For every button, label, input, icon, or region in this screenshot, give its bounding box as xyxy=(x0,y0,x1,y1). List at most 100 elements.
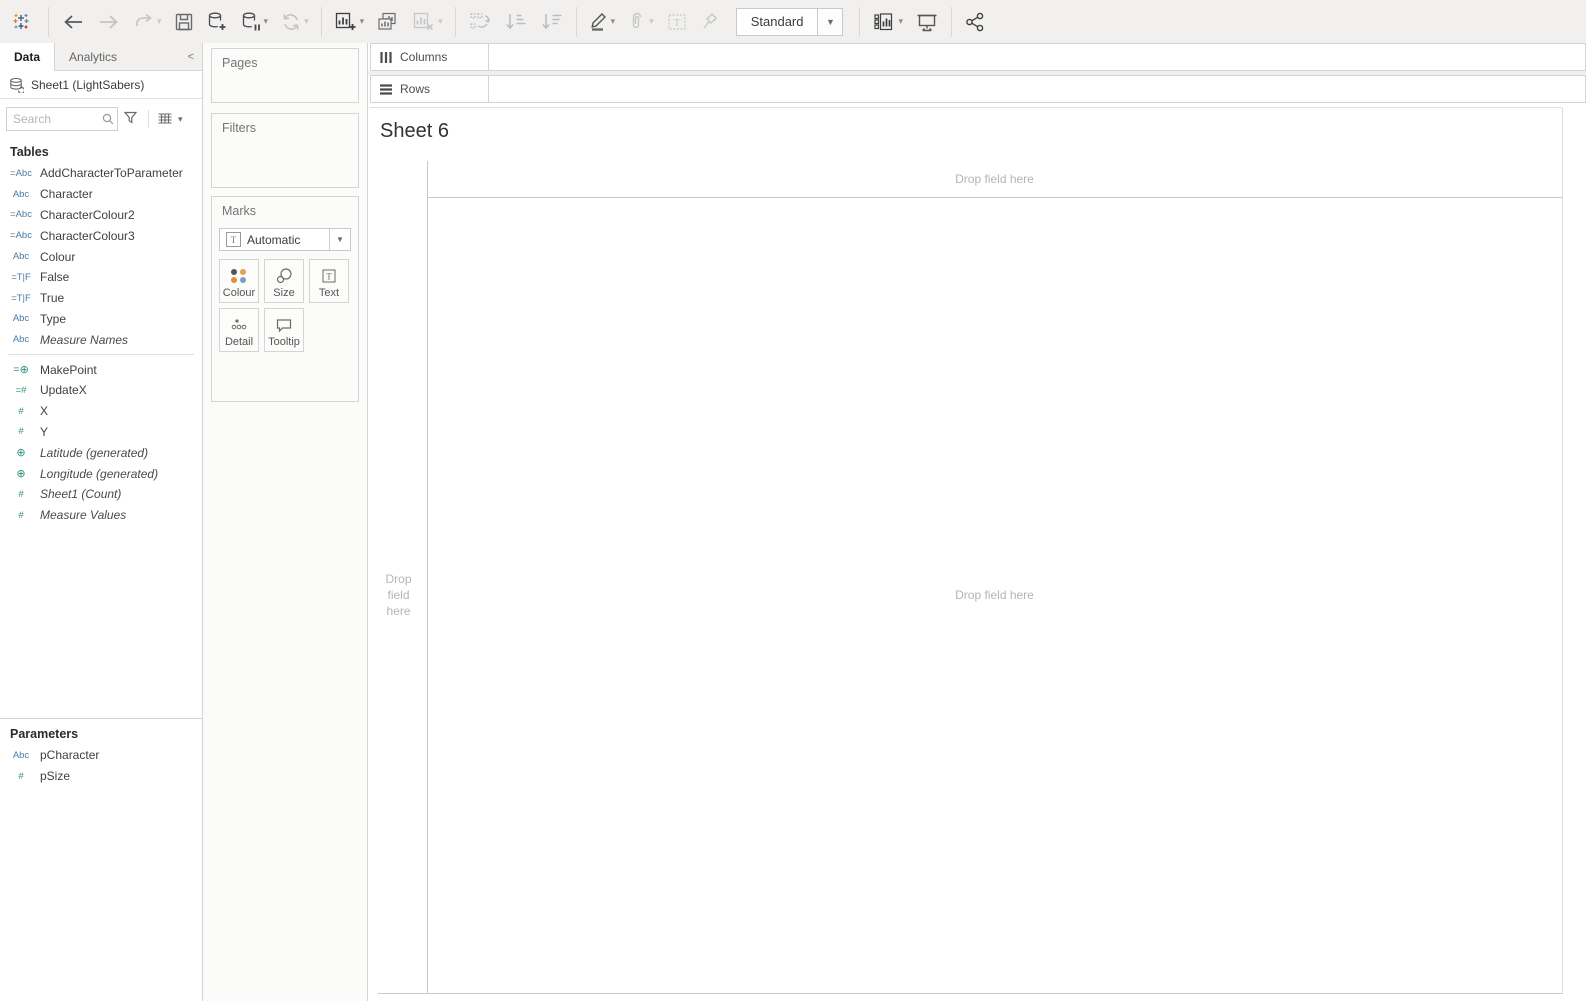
search-box[interactable] xyxy=(6,107,118,131)
field-list: =AbcAddCharacterToParameter AbcCharacter… xyxy=(0,163,202,526)
save-icon[interactable] xyxy=(168,6,200,38)
field-sheet1-count[interactable]: #Sheet1 (Count) xyxy=(0,484,202,505)
field-longitude-generated[interactable]: ⊕ Longitude (generated) xyxy=(0,463,202,484)
field-label: pCharacter xyxy=(40,748,99,762)
new-data-source-icon[interactable] xyxy=(200,6,234,38)
parameter-psize[interactable]: #pSize xyxy=(0,766,202,787)
sheet-title[interactable]: Sheet 6 xyxy=(380,120,449,143)
field-label: Latitude (generated) xyxy=(40,446,148,460)
size-button[interactable]: Size xyxy=(264,259,304,303)
number-icon: # xyxy=(6,771,36,782)
tooltip-button-label: Tooltip xyxy=(268,336,300,348)
show-me-icon[interactable]: ▾ xyxy=(866,6,909,38)
filters-label: Filters xyxy=(212,114,358,135)
dropdown-caret[interactable]: ▾ xyxy=(178,114,183,125)
field-label: Longitude (generated) xyxy=(40,467,158,481)
filters-shelf[interactable]: Filters xyxy=(211,113,359,188)
columns-icon xyxy=(379,51,393,64)
rows-shelf-label: Rows xyxy=(400,82,430,96)
new-worksheet-icon[interactable]: ▾ xyxy=(328,6,371,38)
drop-zone-body[interactable]: Drop field here xyxy=(427,197,1562,993)
field-label: MakePoint xyxy=(40,363,97,377)
dropdown-caret[interactable]: ▾ xyxy=(264,16,269,27)
field-label: CharacterColour2 xyxy=(40,208,135,222)
dropdown-caret[interactable]: ▾ xyxy=(611,16,616,27)
field-false[interactable]: =T|FFalse xyxy=(0,267,202,288)
highlight-icon[interactable]: ▾ xyxy=(583,6,622,38)
fit-selector[interactable]: Standard ▼ xyxy=(736,8,844,36)
drop-zone-rows[interactable]: Drop field here xyxy=(370,197,427,993)
rows-icon xyxy=(379,83,393,96)
search-icon xyxy=(101,112,115,126)
duplicate-icon[interactable] xyxy=(370,6,406,38)
field-measure-names[interactable]: AbcMeasure Names xyxy=(0,329,202,350)
parameters-section: Parameters AbcpCharacter #pSize xyxy=(0,718,202,787)
data-source-item[interactable]: Sheet1 (LightSabers) xyxy=(0,71,202,99)
data-pane: Data Analytics < Sheet1 (LightSabers) xyxy=(0,43,203,1001)
detail-icon xyxy=(230,314,248,336)
dropdown-caret[interactable]: ▾ xyxy=(360,16,365,27)
colour-icon xyxy=(231,265,247,287)
search-input[interactable] xyxy=(7,112,101,126)
tab-data-label: Data xyxy=(14,50,40,64)
drop-zone-text: Drop field here xyxy=(955,172,1034,186)
filter-fields-icon[interactable] xyxy=(118,110,143,128)
field-true[interactable]: =T|FTrue xyxy=(0,288,202,309)
pause-auto-updates-icon[interactable]: ▾ xyxy=(234,6,275,38)
back-icon[interactable] xyxy=(55,6,91,38)
toolbar-separator xyxy=(951,7,952,37)
tableau-logo-icon[interactable] xyxy=(0,6,42,38)
field-label: Sheet1 (Count) xyxy=(40,487,121,501)
field-character-colour2[interactable]: =AbcCharacterColour2 xyxy=(0,205,202,226)
dropdown-caret: ▾ xyxy=(438,16,443,27)
chevron-down-icon[interactable]: ▼ xyxy=(817,9,842,35)
field-make-point[interactable]: =⊕ MakePoint xyxy=(0,359,202,380)
tab-data[interactable]: Data xyxy=(0,43,55,71)
sort-descending-icon xyxy=(534,6,570,38)
chevron-down-icon[interactable]: ▼ xyxy=(329,229,350,250)
field-separator xyxy=(8,354,194,355)
field-measure-values[interactable]: #Measure Values xyxy=(0,505,202,526)
mark-type-dropdown[interactable]: T Automatic ▼ xyxy=(219,228,351,251)
parameter-pcharacter[interactable]: AbcpCharacter xyxy=(0,745,202,766)
field-add-character-to-parameter[interactable]: =AbcAddCharacterToParameter xyxy=(0,163,202,184)
worksheet-canvas: Columns Rows Sheet 6 Drop field here Dro… xyxy=(368,43,1586,1001)
field-character-colour3[interactable]: =AbcCharacterColour3 xyxy=(0,225,202,246)
size-button-label: Size xyxy=(273,287,294,299)
tab-analytics[interactable]: Analytics xyxy=(55,43,131,70)
mark-type-value: Automatic xyxy=(247,233,329,247)
columns-shelf[interactable]: Columns xyxy=(370,43,1586,71)
view-options-icon[interactable]: ▾ xyxy=(154,112,186,126)
tableau-window: ▾ ▾ ▾ xyxy=(0,0,1586,1001)
collapse-pane-icon[interactable]: < xyxy=(180,43,202,70)
dropdown-caret: ▾ xyxy=(304,16,309,27)
field-colour[interactable]: AbcColour xyxy=(0,246,202,267)
calculated-number-icon: =# xyxy=(6,385,36,396)
text-button[interactable]: T Text xyxy=(309,259,349,303)
presentation-mode-icon[interactable] xyxy=(909,6,945,38)
calculated-geo-icon: =⊕ xyxy=(6,363,36,376)
colour-button[interactable]: Colour xyxy=(219,259,259,303)
parameters-header: Parameters xyxy=(0,719,202,745)
field-update-x[interactable]: =#UpdateX xyxy=(0,380,202,401)
share-icon[interactable] xyxy=(958,6,992,38)
field-latitude-generated[interactable]: ⊕Latitude (generated) xyxy=(0,442,202,463)
field-label: X xyxy=(40,404,48,418)
tooltip-icon xyxy=(275,314,293,336)
dropdown-caret[interactable]: ▾ xyxy=(898,16,903,27)
rows-shelf[interactable]: Rows xyxy=(370,75,1586,103)
tooltip-button[interactable]: Tooltip xyxy=(264,308,304,352)
detail-button[interactable]: Detail xyxy=(219,308,259,352)
text-mark-icon: T xyxy=(226,232,241,247)
number-icon: # xyxy=(6,510,36,521)
field-x[interactable]: #X xyxy=(0,401,202,422)
collapse-glyph: < xyxy=(188,51,194,63)
drop-zone-columns[interactable]: Drop field here xyxy=(427,161,1562,197)
field-character[interactable]: AbcCharacter xyxy=(0,184,202,205)
geo-icon: ⊕ xyxy=(6,467,36,480)
field-type[interactable]: AbcType xyxy=(0,309,202,330)
pages-label: Pages xyxy=(212,49,358,70)
pages-shelf[interactable]: Pages xyxy=(211,48,359,103)
field-label: Character xyxy=(40,187,93,201)
field-y[interactable]: #Y xyxy=(0,422,202,443)
